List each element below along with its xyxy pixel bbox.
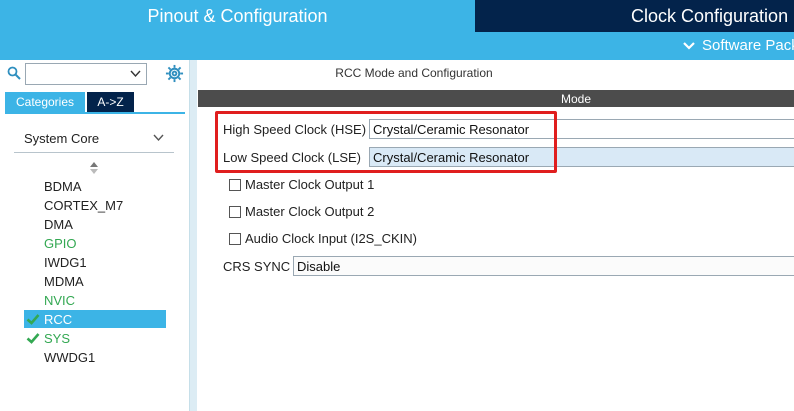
sidebar-item-label: RCC <box>44 311 73 327</box>
tab-a-z[interactable]: A->Z <box>87 92 134 112</box>
tabs-underline <box>5 112 185 114</box>
sidebar-item-label: GPIO <box>44 235 77 251</box>
software-packs-label: Software Packs <box>702 37 794 54</box>
crs-sync-select[interactable]: Disable <box>293 256 794 276</box>
sidebar-item-bdma[interactable]: BDMA <box>24 177 166 195</box>
category-system-core[interactable]: System Core <box>24 131 99 146</box>
mco1-label: Master Clock Output 1 <box>245 177 375 192</box>
sidebar-item-mdma[interactable]: MDMA <box>24 272 166 290</box>
sidebar-item-label: WWDG1 <box>44 349 96 365</box>
sub-toolbar <box>0 32 794 60</box>
left-panel-scrollbar[interactable] <box>189 60 197 411</box>
sort-icon[interactable] <box>89 161 99 175</box>
chevron-down-icon <box>683 41 695 50</box>
section-header-mode[interactable]: Mode <box>198 90 794 107</box>
page-title: RCC Mode and Configuration <box>335 66 493 80</box>
sidebar-item-nvic[interactable]: NVIC <box>24 291 166 309</box>
software-packs-menu[interactable]: Software Packs <box>682 37 794 54</box>
sidebar-item-cortex-m7[interactable]: CORTEX_M7 <box>24 196 166 214</box>
sidebar-item-label: NVIC <box>44 292 76 308</box>
category-divider <box>14 152 174 153</box>
sidebar-item-label: BDMA <box>44 178 82 194</box>
chevron-down-icon[interactable] <box>152 131 165 144</box>
sidebar-item-label: CORTEX_M7 <box>44 197 124 213</box>
search-combobox[interactable] <box>25 63 147 85</box>
sidebar-item-rcc[interactable]: RCC <box>24 310 166 328</box>
mco2-checkbox[interactable] <box>229 206 241 218</box>
mco1-checkbox[interactable] <box>229 179 241 191</box>
tab-clock-configuration[interactable]: Clock Configuration <box>477 0 794 32</box>
tab-categories[interactable]: Categories <box>5 92 85 112</box>
sidebar-item-wwdg1[interactable]: WWDG1 <box>24 348 166 366</box>
sidebar-item-sys[interactable]: SYS <box>24 329 166 347</box>
search-icon[interactable] <box>7 66 21 80</box>
chevron-down-icon[interactable] <box>129 67 142 80</box>
check-icon <box>26 333 40 344</box>
gear-icon[interactable] <box>165 64 184 83</box>
sidebar-item-label: SYS <box>44 330 71 346</box>
tab-pinout-configuration[interactable]: Pinout & Configuration <box>0 0 475 32</box>
sidebar-item-gpio[interactable]: GPIO <box>24 234 166 252</box>
sidebar-item-label: IWDG1 <box>44 254 87 270</box>
check-icon <box>26 314 40 325</box>
sidebar-item-iwdg1[interactable]: IWDG1 <box>24 253 166 271</box>
sidebar-item-dma[interactable]: DMA <box>24 215 166 233</box>
audio-clock-checkbox[interactable] <box>229 233 241 245</box>
sidebar-item-label: DMA <box>44 216 73 232</box>
mco2-label: Master Clock Output 2 <box>245 204 375 219</box>
highlight-frame <box>215 111 557 173</box>
audio-clock-label: Audio Clock Input (I2S_CKIN) <box>245 231 417 246</box>
sidebar-item-label: MDMA <box>44 273 84 289</box>
crs-sync-label: CRS SYNC <box>223 259 291 274</box>
